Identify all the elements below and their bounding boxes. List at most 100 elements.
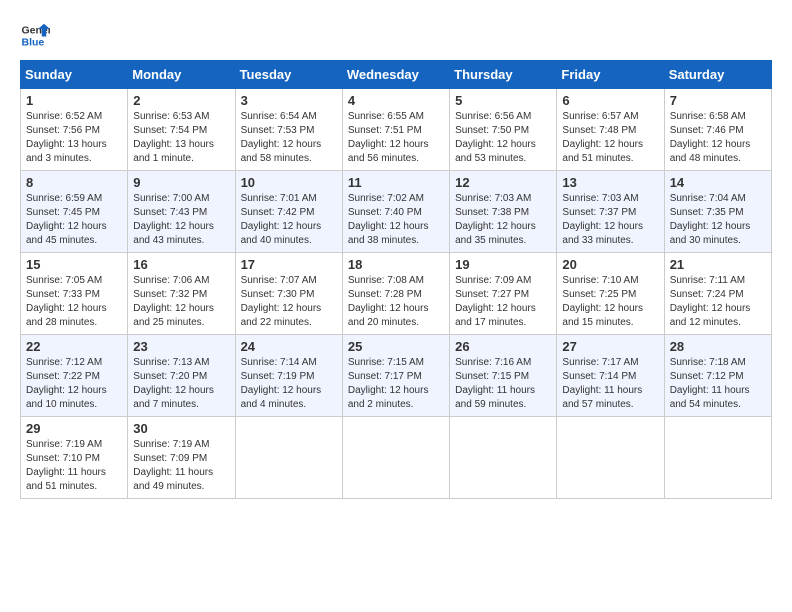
calendar-day: 21 Sunrise: 7:11 AMSunset: 7:24 PMDayligh… [664,253,771,335]
calendar-day: 20 Sunrise: 7:10 AMSunset: 7:25 PMDayligh… [557,253,664,335]
calendar-day [557,417,664,499]
day-info: Sunrise: 7:05 AMSunset: 7:33 PMDaylight:… [26,274,122,330]
day-number: 24 [241,339,337,354]
logo-icon: General Blue [20,20,50,50]
logo: General Blue [20,20,50,50]
calendar-day: 6 Sunrise: 6:57 AMSunset: 7:48 PMDaylight… [557,89,664,171]
day-info: Sunrise: 7:10 AMSunset: 7:25 PMDaylight:… [562,274,658,330]
day-number: 23 [133,339,229,354]
day-number: 10 [241,175,337,190]
day-info: Sunrise: 6:53 AMSunset: 7:54 PMDaylight:… [133,110,229,166]
day-number: 14 [670,175,766,190]
day-info: Sunrise: 7:07 AMSunset: 7:30 PMDaylight:… [241,274,337,330]
day-info: Sunrise: 7:17 AMSunset: 7:14 PMDaylight:… [562,356,658,412]
day-info: Sunrise: 7:03 AMSunset: 7:37 PMDaylight:… [562,192,658,248]
calendar-day: 2 Sunrise: 6:53 AMSunset: 7:54 PMDaylight… [128,89,235,171]
day-number: 6 [562,93,658,108]
day-info: Sunrise: 7:12 AMSunset: 7:22 PMDaylight:… [26,356,122,412]
calendar-day: 8 Sunrise: 6:59 AMSunset: 7:45 PMDaylight… [21,171,128,253]
calendar-day: 25Sunrise: 7:15 AMSunset: 7:17 PMDayligh… [342,335,449,417]
day-number: 9 [133,175,229,190]
calendar-day: 13 Sunrise: 7:03 AMSunset: 7:37 PMDayligh… [557,171,664,253]
calendar-week-3: 22 Sunrise: 7:12 AMSunset: 7:22 PMDayligh… [21,335,772,417]
calendar-day: 11Sunrise: 7:02 AMSunset: 7:40 PMDayligh… [342,171,449,253]
day-number: 19 [455,257,551,272]
day-info: Sunrise: 7:19 AMSunset: 7:09 PMDaylight:… [133,438,229,494]
day-number: 5 [455,93,551,108]
calendar-day: 17 Sunrise: 7:07 AMSunset: 7:30 PMDayligh… [235,253,342,335]
calendar-table: SundayMondayTuesdayWednesdayThursdayFrid… [20,60,772,499]
day-info: Sunrise: 7:19 AMSunset: 7:10 PMDaylight:… [26,438,122,494]
calendar-day: 1 Sunrise: 6:52 AMSunset: 7:56 PMDaylight… [21,89,128,171]
header-thursday: Thursday [450,61,557,89]
header-saturday: Saturday [664,61,771,89]
day-number: 2 [133,93,229,108]
day-info: Sunrise: 7:00 AMSunset: 7:43 PMDaylight:… [133,192,229,248]
day-number: 15 [26,257,122,272]
day-info: Sunrise: 6:55 AMSunset: 7:51 PMDaylight:… [348,110,444,166]
day-info: Sunrise: 7:04 AMSunset: 7:35 PMDaylight:… [670,192,766,248]
day-info: Sunrise: 7:14 AMSunset: 7:19 PMDaylight:… [241,356,337,412]
calendar-day [342,417,449,499]
calendar-day: 27Sunrise: 7:17 AMSunset: 7:14 PMDayligh… [557,335,664,417]
calendar-day: 26 Sunrise: 7:16 AMSunset: 7:15 PMDayligh… [450,335,557,417]
day-info: Sunrise: 7:18 AMSunset: 7:12 PMDaylight:… [670,356,766,412]
day-info: Sunrise: 6:59 AMSunset: 7:45 PMDaylight:… [26,192,122,248]
day-info: Sunrise: 6:52 AMSunset: 7:56 PMDaylight:… [26,110,122,166]
header-row: SundayMondayTuesdayWednesdayThursdayFrid… [21,61,772,89]
day-number: 22 [26,339,122,354]
calendar-day [450,417,557,499]
calendar-week-4: 29Sunrise: 7:19 AMSunset: 7:10 PMDayligh… [21,417,772,499]
calendar-week-0: 1 Sunrise: 6:52 AMSunset: 7:56 PMDaylight… [21,89,772,171]
calendar-day: 22 Sunrise: 7:12 AMSunset: 7:22 PMDayligh… [21,335,128,417]
header-monday: Monday [128,61,235,89]
day-number: 3 [241,93,337,108]
day-info: Sunrise: 6:56 AMSunset: 7:50 PMDaylight:… [455,110,551,166]
day-number: 21 [670,257,766,272]
calendar-day: 12Sunrise: 7:03 AMSunset: 7:38 PMDayligh… [450,171,557,253]
page-header: General Blue [20,20,772,50]
day-info: Sunrise: 7:16 AMSunset: 7:15 PMDaylight:… [455,356,551,412]
calendar-day: 3 Sunrise: 6:54 AMSunset: 7:53 PMDaylight… [235,89,342,171]
calendar-day [235,417,342,499]
day-info: Sunrise: 7:01 AMSunset: 7:42 PMDaylight:… [241,192,337,248]
calendar-day: 30Sunrise: 7:19 AMSunset: 7:09 PMDayligh… [128,417,235,499]
day-info: Sunrise: 7:15 AMSunset: 7:17 PMDaylight:… [348,356,444,412]
calendar-day [664,417,771,499]
calendar-day: 4Sunrise: 6:55 AMSunset: 7:51 PMDaylight… [342,89,449,171]
day-number: 16 [133,257,229,272]
day-info: Sunrise: 7:13 AMSunset: 7:20 PMDaylight:… [133,356,229,412]
calendar-day: 23 Sunrise: 7:13 AMSunset: 7:20 PMDayligh… [128,335,235,417]
calendar-day: 19 Sunrise: 7:09 AMSunset: 7:27 PMDayligh… [450,253,557,335]
day-info: Sunrise: 6:54 AMSunset: 7:53 PMDaylight:… [241,110,337,166]
calendar-day: 24 Sunrise: 7:14 AMSunset: 7:19 PMDayligh… [235,335,342,417]
calendar-week-1: 8 Sunrise: 6:59 AMSunset: 7:45 PMDaylight… [21,171,772,253]
calendar-day: 7Sunrise: 6:58 AMSunset: 7:46 PMDaylight… [664,89,771,171]
day-info: Sunrise: 7:11 AMSunset: 7:24 PMDaylight:… [670,274,766,330]
calendar-day: 16Sunrise: 7:06 AMSunset: 7:32 PMDayligh… [128,253,235,335]
day-number: 1 [26,93,122,108]
calendar-day: 29Sunrise: 7:19 AMSunset: 7:10 PMDayligh… [21,417,128,499]
calendar-day: 10 Sunrise: 7:01 AMSunset: 7:42 PMDayligh… [235,171,342,253]
day-number: 8 [26,175,122,190]
header-friday: Friday [557,61,664,89]
day-number: 26 [455,339,551,354]
calendar-day: 14 Sunrise: 7:04 AMSunset: 7:35 PMDayligh… [664,171,771,253]
day-number: 13 [562,175,658,190]
calendar-week-2: 15 Sunrise: 7:05 AMSunset: 7:33 PMDayligh… [21,253,772,335]
header-wednesday: Wednesday [342,61,449,89]
day-info: Sunrise: 7:08 AMSunset: 7:28 PMDaylight:… [348,274,444,330]
day-number: 20 [562,257,658,272]
day-number: 17 [241,257,337,272]
day-number: 7 [670,93,766,108]
calendar-day: 28Sunrise: 7:18 AMSunset: 7:12 PMDayligh… [664,335,771,417]
day-info: Sunrise: 7:09 AMSunset: 7:27 PMDaylight:… [455,274,551,330]
svg-text:Blue: Blue [22,37,45,49]
day-info: Sunrise: 6:57 AMSunset: 7:48 PMDaylight:… [562,110,658,166]
day-number: 12 [455,175,551,190]
day-number: 18 [348,257,444,272]
calendar-day: 5 Sunrise: 6:56 AMSunset: 7:50 PMDaylight… [450,89,557,171]
calendar-day: 18 Sunrise: 7:08 AMSunset: 7:28 PMDayligh… [342,253,449,335]
day-info: Sunrise: 7:02 AMSunset: 7:40 PMDaylight:… [348,192,444,248]
header-sunday: Sunday [21,61,128,89]
